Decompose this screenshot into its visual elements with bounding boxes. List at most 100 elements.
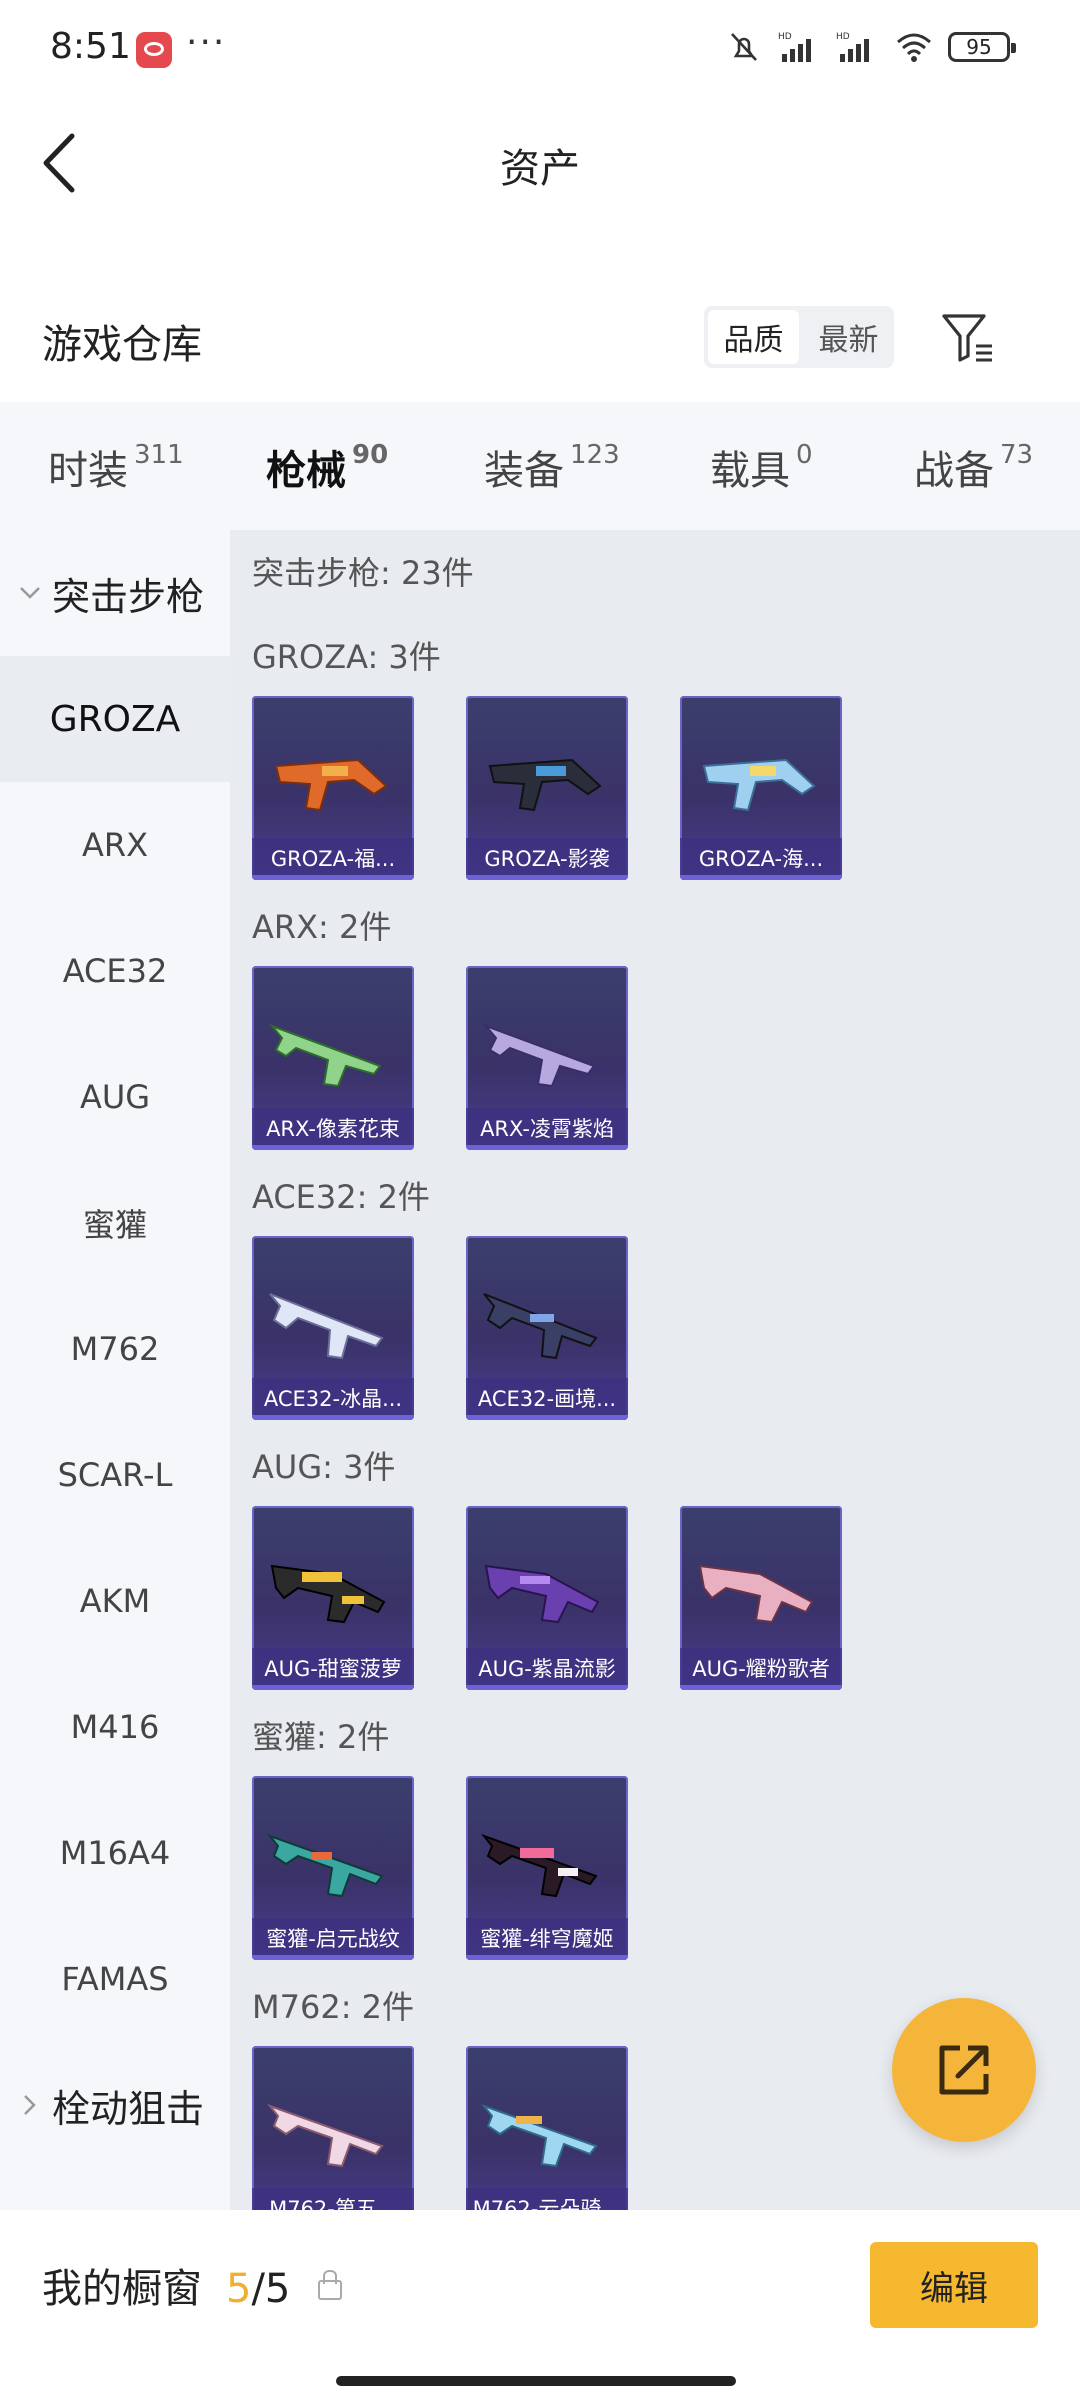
weapon-card[interactable]: ACE32-冰晶...: [252, 1236, 414, 1420]
mute-icon: [731, 33, 757, 61]
weapon-card[interactable]: ACE32-画境...: [466, 1236, 628, 1420]
card-rarity-stripe: [466, 1955, 628, 1960]
showcase-total: /5: [251, 2266, 291, 2312]
sidebar-item-famas[interactable]: FAMAS: [0, 1916, 230, 2042]
weapon-image: [268, 1023, 382, 1088]
weapon-card-label: M762-第五...: [252, 2188, 414, 2210]
card-rarity-stripe: [680, 875, 842, 880]
sidebar-item-honey-badger[interactable]: 蜜獾: [0, 1160, 230, 1286]
group-title-m762: M762: 2件: [252, 1988, 415, 2026]
status-time: 8:51: [50, 26, 131, 67]
sort-quality-button[interactable]: 品质: [708, 310, 799, 364]
tab-firearms[interactable]: 枪械 90: [266, 438, 389, 542]
sort-newest-button[interactable]: 最新: [803, 306, 894, 368]
sidebar-item-m16a4[interactable]: M16A4: [0, 1790, 230, 1916]
weapon-image: [269, 1293, 384, 1360]
weapon-card-label: M762-云朵骑...: [466, 2188, 628, 2210]
weapon-grid: 突击步枪: 23件 GROZA: 3件 GROZA-福... GROZA-影袭 …: [230, 530, 1080, 2210]
weapon-card-label: ACE32-冰晶...: [252, 1378, 414, 1420]
group-title-arx: ARX: 2件: [252, 908, 392, 946]
sidebar-item-groza[interactable]: GROZA: [0, 656, 230, 782]
weapon-card[interactable]: AUG-紫晶流影: [466, 1506, 628, 1690]
weapon-card-label: ARX-凌霄紫焰: [466, 1108, 628, 1150]
group-title-aug: AUG: 3件: [252, 1448, 396, 1486]
battery-level: 95: [966, 35, 992, 59]
home-indicator[interactable]: [336, 2376, 736, 2386]
battery-icon: 95: [948, 32, 1016, 62]
edit-button[interactable]: 编辑: [870, 2242, 1038, 2328]
sidebar-group-assault-rifles[interactable]: 突击步枪: [0, 530, 230, 656]
sidebar-item-aug[interactable]: AUG: [0, 1034, 230, 1160]
weapon-sidebar: 突击步枪 GROZA ARX ACE32 AUG 蜜獾 M762 SCAR-L …: [0, 530, 230, 2210]
card-rarity-stripe: [252, 1415, 414, 1420]
sidebar-item-m416[interactable]: M416: [0, 1664, 230, 1790]
weapon-card[interactable]: 蜜獾-绯穹魔姬: [466, 1776, 628, 1960]
card-rarity-stripe: [252, 875, 414, 880]
weapon-image: [267, 2103, 384, 2168]
tab-vehicles[interactable]: 载具 0: [710, 438, 813, 496]
chevron-right-icon: [8, 2094, 52, 2116]
showcase-used-count: 5: [226, 2266, 252, 2312]
weapon-image: [698, 1564, 814, 1624]
chevron-down-icon: [8, 586, 52, 600]
weapon-image: [482, 1023, 596, 1088]
weapon-card[interactable]: GROZA-福...: [252, 696, 414, 880]
weapon-card[interactable]: M762-第五...: [252, 2046, 414, 2210]
weapon-card[interactable]: GROZA-影袭: [466, 696, 628, 880]
card-rarity-stripe: [252, 1955, 414, 1960]
tab-count: 0: [796, 440, 813, 470]
card-rarity-stripe: [466, 1685, 628, 1690]
weapon-image: [270, 1564, 386, 1624]
weapon-card-label: AUG-紫晶流影: [466, 1648, 628, 1690]
weapon-card[interactable]: AUG-甜蜜菠萝: [252, 1506, 414, 1690]
tab-count: 123: [570, 440, 620, 470]
sidebar-item-akm[interactable]: AKM: [0, 1538, 230, 1664]
share-button[interactable]: [892, 1998, 1036, 2142]
weapon-card[interactable]: AUG-耀粉歌者: [680, 1506, 842, 1690]
sidebar-item-ace32[interactable]: ACE32: [0, 908, 230, 1034]
sidebar-group-label: 栓动狙击: [52, 2086, 205, 2131]
tab-equipment[interactable]: 装备 123: [484, 438, 620, 496]
weapon-card-label: AUG-耀粉歌者: [680, 1648, 842, 1690]
card-rarity-stripe: [466, 1145, 628, 1150]
weapon-image: [481, 1833, 598, 1898]
sidebar-item-arx[interactable]: ARX: [0, 782, 230, 908]
weapon-card-label: GROZA-海...: [680, 838, 842, 880]
weapon-card-label: AUG-甜蜜菠萝: [252, 1648, 414, 1690]
tab-fashion[interactable]: 时装 311: [48, 438, 184, 496]
sort-toggle: 品质 最新: [704, 306, 894, 368]
tab-count: 73: [1000, 440, 1034, 470]
weapon-image: [702, 758, 816, 812]
weapon-card[interactable]: M762-云朵骑...: [466, 2046, 628, 2210]
card-rarity-stripe: [252, 1685, 414, 1690]
status-icons: HD HD 95: [724, 30, 1016, 64]
tab-label: 装备: [484, 448, 564, 494]
signal-hd-icon-2: HD: [836, 32, 869, 62]
weapon-card-label: ARX-像素花束: [252, 1108, 414, 1150]
warehouse-header: 游戏仓库 品质 最新: [0, 280, 1080, 400]
sidebar-item-scar-l[interactable]: SCAR-L: [0, 1412, 230, 1538]
weapon-card[interactable]: GROZA-海...: [680, 696, 842, 880]
tab-count: 90: [352, 440, 389, 470]
tab-count: 311: [134, 440, 184, 470]
weapon-card-label: GROZA-福...: [252, 838, 414, 880]
tab-supplies[interactable]: 战备 73: [914, 438, 1033, 496]
card-rarity-stripe: [466, 1415, 628, 1420]
weapon-card[interactable]: ARX-凌霄紫焰: [466, 966, 628, 1150]
sidebar-item-m762[interactable]: M762: [0, 1286, 230, 1412]
filter-icon[interactable]: [938, 308, 998, 368]
tab-label: 时装: [48, 448, 128, 494]
top-header: 资产: [0, 100, 1080, 230]
weapon-card-label: ACE32-画境...: [466, 1378, 628, 1420]
weapon-card[interactable]: 蜜獾-启元战纹: [252, 1776, 414, 1960]
svg-text:HD: HD: [778, 32, 792, 42]
weapon-card-label: GROZA-影袭: [466, 838, 628, 880]
card-rarity-stripe: [466, 875, 628, 880]
share-external-icon: [939, 2045, 989, 2095]
category-summary: 突击步枪: 23件: [252, 554, 474, 592]
sidebar-group-bolt-action[interactable]: 栓动狙击: [0, 2042, 230, 2168]
weapon-image: [488, 758, 602, 812]
app-notification-icon: [136, 32, 172, 68]
status-bar: 8:51 ··· HD HD 95: [0, 0, 1080, 100]
weapon-card[interactable]: ARX-像素花束: [252, 966, 414, 1150]
